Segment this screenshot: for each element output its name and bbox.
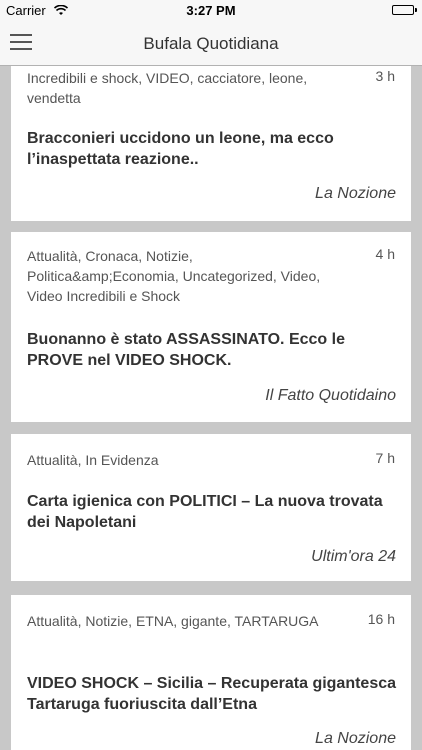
article-headline[interactable]: Buonanno è stato ASSASSINATO. Ecco le PR… xyxy=(27,329,397,371)
article-source: Il Fatto Quotidaino xyxy=(265,387,396,404)
article-card[interactable]: Attualità, In Evidenza 7 h Carta igienic… xyxy=(11,434,411,581)
article-time: 3 h xyxy=(375,68,395,84)
status-time: 3:27 PM xyxy=(186,3,236,18)
app-title: Bufala Quotidiana xyxy=(143,34,279,53)
article-feed[interactable]: Incredibili e shock, VIDEO, cacciatore, … xyxy=(0,66,422,750)
nav-bar: Bufala Quotidiana xyxy=(0,22,422,66)
battery-icon xyxy=(392,5,417,15)
article-source: La Nozione xyxy=(315,185,396,202)
article-source: La Nozione xyxy=(315,730,396,747)
article-headline[interactable]: VIDEO SHOCK – Sicilia – Recuperata gigan… xyxy=(27,673,397,715)
article-headline[interactable]: Bracconieri uccidono un leone, ma ecco l… xyxy=(27,128,397,170)
article-headline[interactable]: Carta igienica con POLITICI – La nuova t… xyxy=(27,491,397,533)
article-time: 4 h xyxy=(375,246,395,262)
article-categories: Attualità, Cronaca, Notizie, Politica&am… xyxy=(27,248,321,304)
article-categories: Attualità, In Evidenza xyxy=(27,452,159,468)
article-time: 16 h xyxy=(367,611,395,627)
article-source: Ultim'ora 24 xyxy=(311,548,396,565)
article-card[interactable]: Attualità, Cronaca, Notizie, Politica&am… xyxy=(11,232,411,422)
article-time: 7 h xyxy=(375,450,395,466)
article-card[interactable]: Incredibili e shock, VIDEO, cacciatore, … xyxy=(11,66,411,221)
status-bar: Carrier 3:27 PM xyxy=(0,0,422,22)
article-card[interactable]: Attualità, Notizie, ETNA, gigante, TARTA… xyxy=(11,595,411,750)
article-categories: Attualità, Notizie, ETNA, gigante, TARTA… xyxy=(27,613,319,629)
article-categories: Incredibili e shock, VIDEO, cacciatore, … xyxy=(27,70,308,106)
